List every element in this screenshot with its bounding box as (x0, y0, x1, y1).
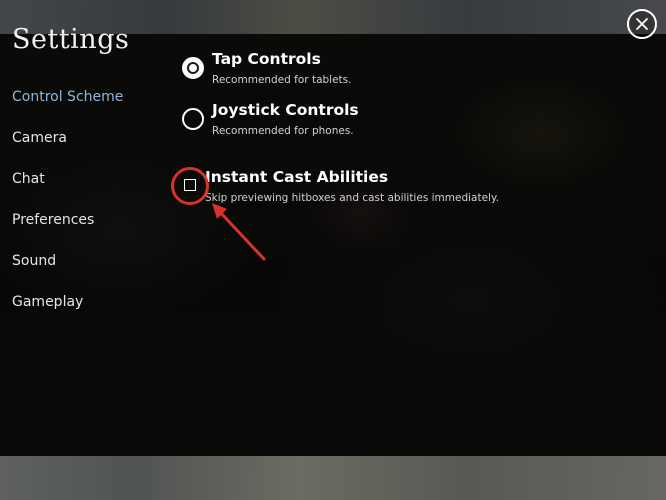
sidebar-item-control-scheme[interactable]: Control Scheme (12, 89, 123, 105)
instant-cast-label: Instant Cast Abilities (205, 168, 389, 186)
sidebar-item-preferences[interactable]: Preferences (12, 212, 94, 228)
sidebar-item-camera[interactable]: Camera (12, 130, 67, 146)
sidebar-item-gameplay[interactable]: Gameplay (12, 294, 83, 310)
sidebar-item-chat[interactable]: Chat (12, 171, 45, 187)
annotation-arrow-icon (212, 203, 266, 261)
tap-controls-radio[interactable] (182, 57, 204, 79)
joystick-controls-radio[interactable] (182, 108, 204, 130)
tap-controls-description: Recommended for tablets. (212, 74, 352, 86)
sidebar-item-sound[interactable]: Sound (12, 253, 56, 269)
page-title: Settings (12, 24, 130, 55)
close-button[interactable] (627, 9, 657, 39)
tap-controls-label: Tap Controls (212, 50, 321, 68)
joystick-controls-description: Recommended for phones. (212, 125, 354, 137)
close-x-icon (636, 18, 648, 30)
joystick-controls-label: Joystick Controls (212, 101, 359, 119)
game-scene-bottom-strip (0, 456, 666, 500)
